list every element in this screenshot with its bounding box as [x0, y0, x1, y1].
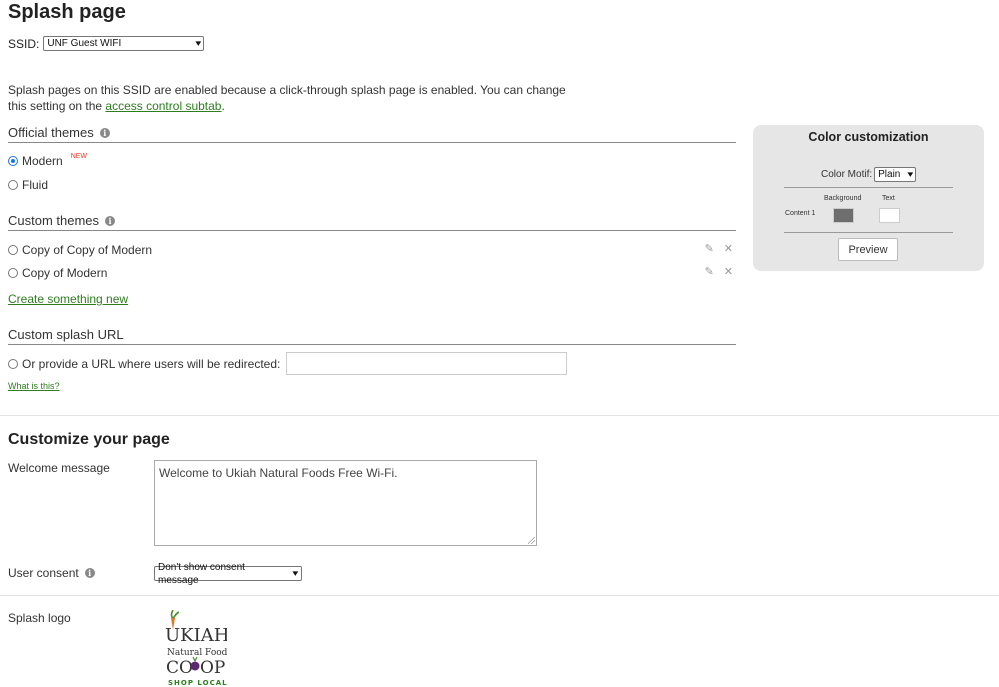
custom-themes-header: Custom themes i	[8, 213, 736, 231]
divider	[0, 415, 999, 416]
notice-text: Splash pages on this SSID are enabled be…	[8, 83, 566, 113]
logo-text: Natural Foods	[167, 648, 227, 658]
text-color-swatch[interactable]	[879, 208, 900, 223]
welcome-message-value: Welcome to Ukiah Natural Foods Free Wi-F…	[159, 466, 398, 480]
ssid-select-value: UNF Guest WIFI	[47, 38, 122, 49]
logo-label: Splash logo	[8, 611, 71, 625]
logo-text: UKIAH	[165, 625, 227, 646]
color-motif-value: Plain	[878, 169, 901, 180]
theme-label: Copy of Copy of Modern	[22, 243, 153, 257]
custom-theme-actions: ✎ ✕	[705, 242, 733, 255]
background-column-header: Background	[824, 195, 862, 202]
page-title: Splash page	[8, 1, 126, 23]
welcome-message-textarea[interactable]: Welcome to Ukiah Natural Foods Free Wi-F…	[154, 460, 537, 546]
logo-text: SHOP LOCAL	[168, 679, 227, 687]
theme-label: Copy of Modern	[22, 266, 108, 280]
custom-url-header: Custom splash URL	[8, 327, 736, 345]
custom-url-option[interactable]: Or provide a URL where users will be red…	[8, 352, 568, 375]
new-badge: NEW	[70, 152, 88, 160]
what-is-this-link[interactable]: What is this?	[8, 381, 60, 391]
splash-notice: Splash pages on this SSID are enabled be…	[8, 82, 568, 114]
consent-label: User consent i	[8, 566, 95, 580]
custom-theme-actions: ✎ ✕	[705, 265, 733, 278]
theme-label: Fluid	[22, 178, 49, 192]
color-motif-row: Color Motif: Plain ▾	[821, 167, 917, 182]
welcome-label-text: Welcome message	[8, 461, 110, 475]
radio-button[interactable]	[8, 268, 18, 278]
chevron-down-icon: ▾	[906, 169, 913, 179]
info-icon[interactable]: i	[84, 568, 95, 578]
ssid-select[interactable]: UNF Guest WIFI ▾	[43, 36, 205, 51]
theme-option-fluid[interactable]: Fluid	[8, 178, 48, 192]
close-icon[interactable]: ✕	[724, 265, 733, 278]
text-column-header: Text	[882, 195, 895, 202]
color-motif-select[interactable]: Plain ▾	[874, 167, 917, 182]
resize-handle[interactable]	[528, 537, 535, 544]
background-color-swatch[interactable]	[833, 208, 854, 223]
close-icon[interactable]: ✕	[724, 242, 733, 255]
pencil-icon[interactable]: ✎	[705, 265, 714, 278]
color-motif-label: Color Motif:	[821, 169, 873, 180]
access-control-link[interactable]: access control subtab	[105, 99, 221, 113]
create-theme-link[interactable]: Create something new	[8, 292, 128, 306]
custom-themes-title: Custom themes	[8, 213, 100, 228]
consent-select[interactable]: Don't show consent message ▾	[154, 562, 302, 586]
info-icon[interactable]: i	[99, 127, 110, 138]
custom-url-label: Or provide a URL where users will be red…	[22, 356, 281, 371]
custom-theme-row[interactable]: Copy of Modern	[8, 266, 107, 280]
splash-logo-image: UKIAH Natural Foods CO OP SHOP LOCAL	[165, 610, 227, 687]
radio-button[interactable]	[8, 180, 18, 190]
notice-end: .	[221, 99, 225, 113]
theme-label: Modern	[22, 154, 63, 168]
radio-button[interactable]	[8, 358, 18, 369]
divider	[0, 595, 999, 596]
radio-button[interactable]	[8, 245, 18, 255]
consent-select-value: Don't show consent message	[158, 561, 245, 586]
customize-title: Customize your page	[8, 431, 170, 448]
logo-text: CO	[166, 658, 193, 678]
panel-divider	[784, 187, 953, 188]
custom-theme-row[interactable]: Copy of Copy of Modern	[8, 243, 152, 257]
preview-button[interactable]: Preview	[838, 238, 898, 261]
ssid-row: SSID: UNF Guest WIFI ▾	[8, 36, 205, 51]
ssid-label: SSID:	[8, 36, 40, 51]
content-row-label: Content 1	[785, 210, 816, 217]
consent-label-text: User consent	[8, 566, 79, 580]
logo-label-text: Splash logo	[8, 611, 71, 625]
panel-title: Color customization	[808, 130, 929, 144]
info-icon[interactable]: i	[105, 215, 116, 226]
logo-text: OP	[200, 658, 225, 678]
official-themes-title: Official themes	[8, 125, 94, 140]
pencil-icon[interactable]: ✎	[705, 242, 714, 255]
welcome-label: Welcome message	[8, 461, 110, 475]
chevron-down-icon: ▾	[292, 568, 299, 578]
panel-divider	[784, 232, 953, 233]
radio-button[interactable]	[8, 156, 18, 166]
theme-option-modern[interactable]: Modern NEW	[8, 152, 88, 168]
custom-url-title: Custom splash URL	[8, 327, 124, 342]
official-themes-header: Official themes i	[8, 125, 736, 143]
chevron-down-icon: ▾	[195, 38, 202, 48]
redirect-url-input[interactable]	[286, 352, 568, 375]
color-customization-panel: Color customization Color Motif: Plain ▾…	[753, 125, 984, 271]
